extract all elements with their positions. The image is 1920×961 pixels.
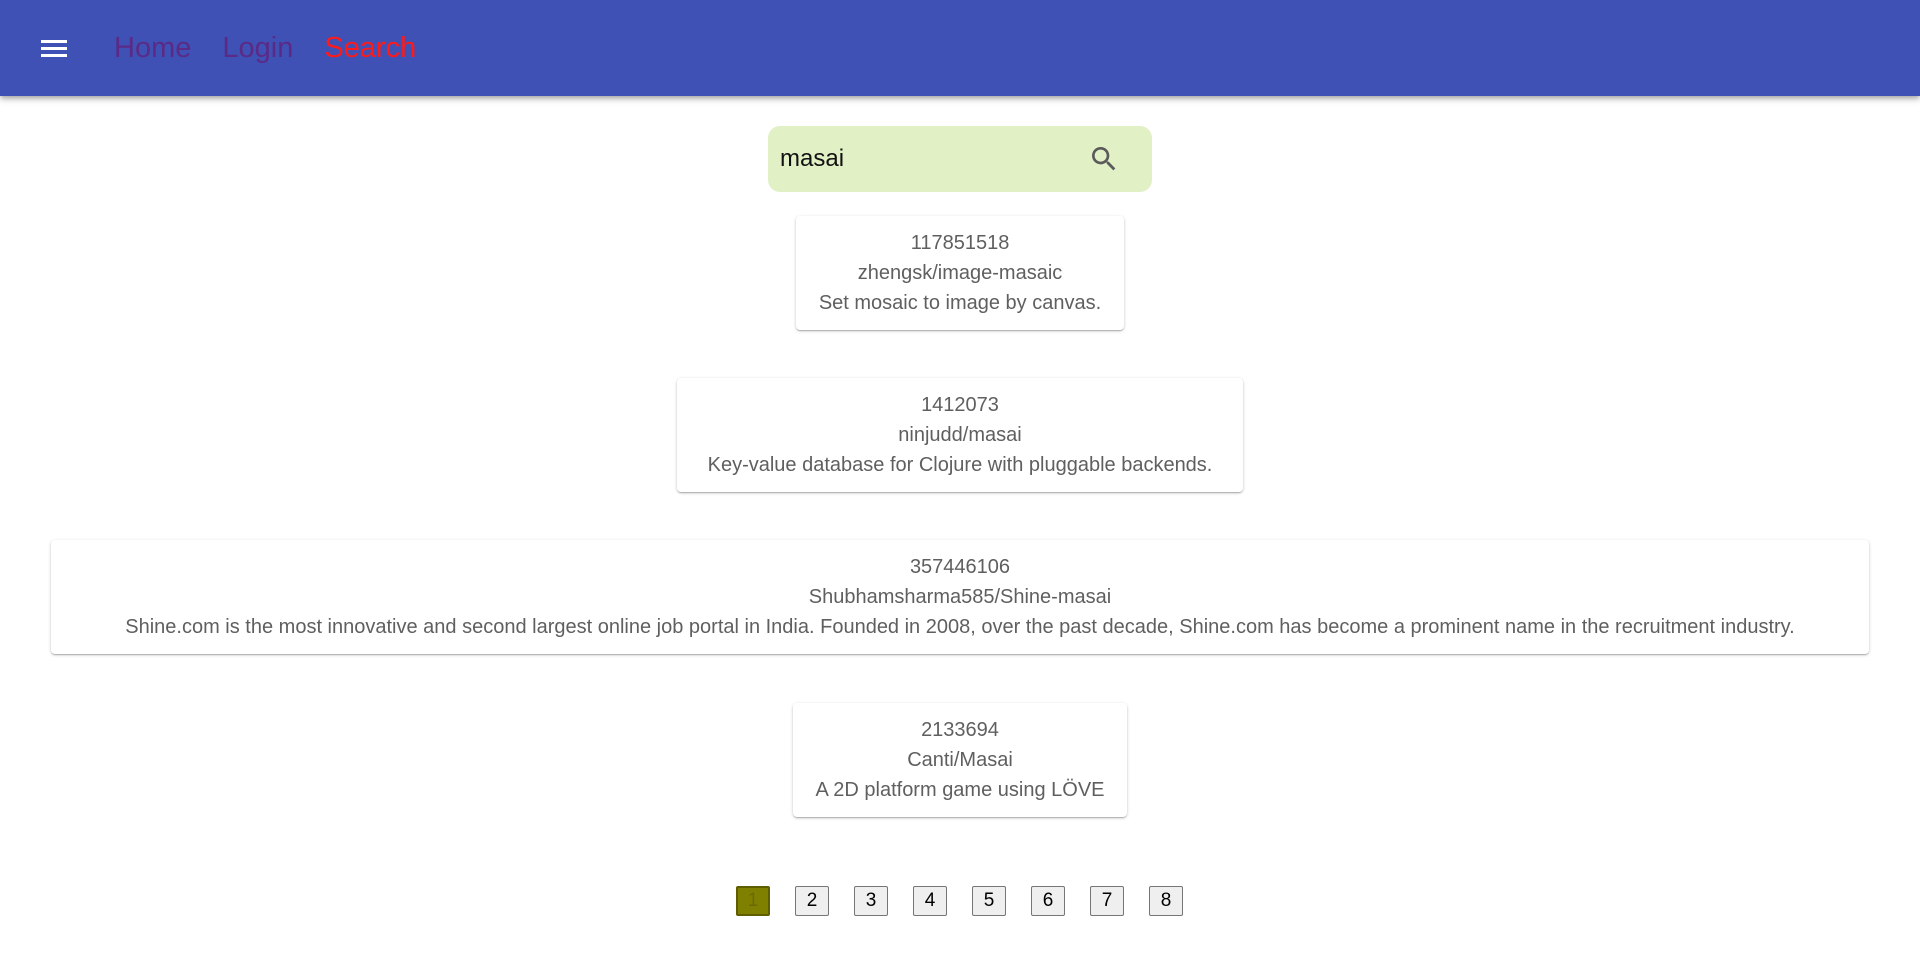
result-id: 1412073 (921, 394, 999, 416)
app-bar: Home Login Search (0, 0, 1920, 96)
result-description: Key-value database for Clojure with plug… (707, 454, 1213, 476)
page-button-3[interactable]: 3 (854, 886, 888, 916)
page-button-8[interactable]: 8 (1149, 886, 1183, 916)
result-id: 2133694 (921, 719, 999, 741)
nav-link-search[interactable]: Search (324, 33, 416, 63)
page-button-4[interactable]: 4 (913, 886, 947, 916)
menu-button[interactable] (30, 26, 78, 70)
result-name: ninjudd/masai (898, 424, 1022, 446)
result-card[interactable]: 1412073 ninjudd/masai Key-value database… (677, 378, 1243, 492)
search-button[interactable] (1086, 138, 1122, 180)
page-button-7[interactable]: 7 (1090, 886, 1124, 916)
hamburger-menu-icon (41, 40, 67, 57)
result-description: Set mosaic to image by canvas. (818, 292, 1102, 314)
result-name: zhengsk/image-masaic (857, 262, 1063, 284)
result-card[interactable]: 117851518 zhengsk/image-masaic Set mosai… (796, 216, 1124, 330)
top-nav: Home Login Search (114, 0, 447, 96)
result-card[interactable]: 2133694 Canti/Masai A 2D platform game u… (793, 703, 1127, 817)
page-button-1[interactable]: 1 (736, 886, 770, 916)
search-input[interactable] (780, 140, 1080, 178)
result-description: Shine.com is the most innovative and sec… (125, 616, 1795, 638)
result-card[interactable]: 357446106 Shubhamsharma585/Shine-masai S… (51, 540, 1869, 654)
result-description: A 2D platform game using LÖVE (815, 779, 1105, 801)
result-id: 357446106 (909, 556, 1011, 578)
page-button-2[interactable]: 2 (795, 886, 829, 916)
page-button-5[interactable]: 5 (972, 886, 1006, 916)
result-name: Canti/Masai (907, 749, 1013, 771)
result-name: Shubhamsharma585/Shine-masai (808, 586, 1112, 608)
pagination: 1 2 3 4 5 6 7 8 (736, 886, 1208, 916)
nav-link-login[interactable]: Login (222, 33, 293, 63)
nav-link-home[interactable]: Home (114, 33, 191, 63)
search-icon (1092, 147, 1116, 171)
result-id: 117851518 (910, 232, 1010, 254)
page-button-6[interactable]: 6 (1031, 886, 1065, 916)
